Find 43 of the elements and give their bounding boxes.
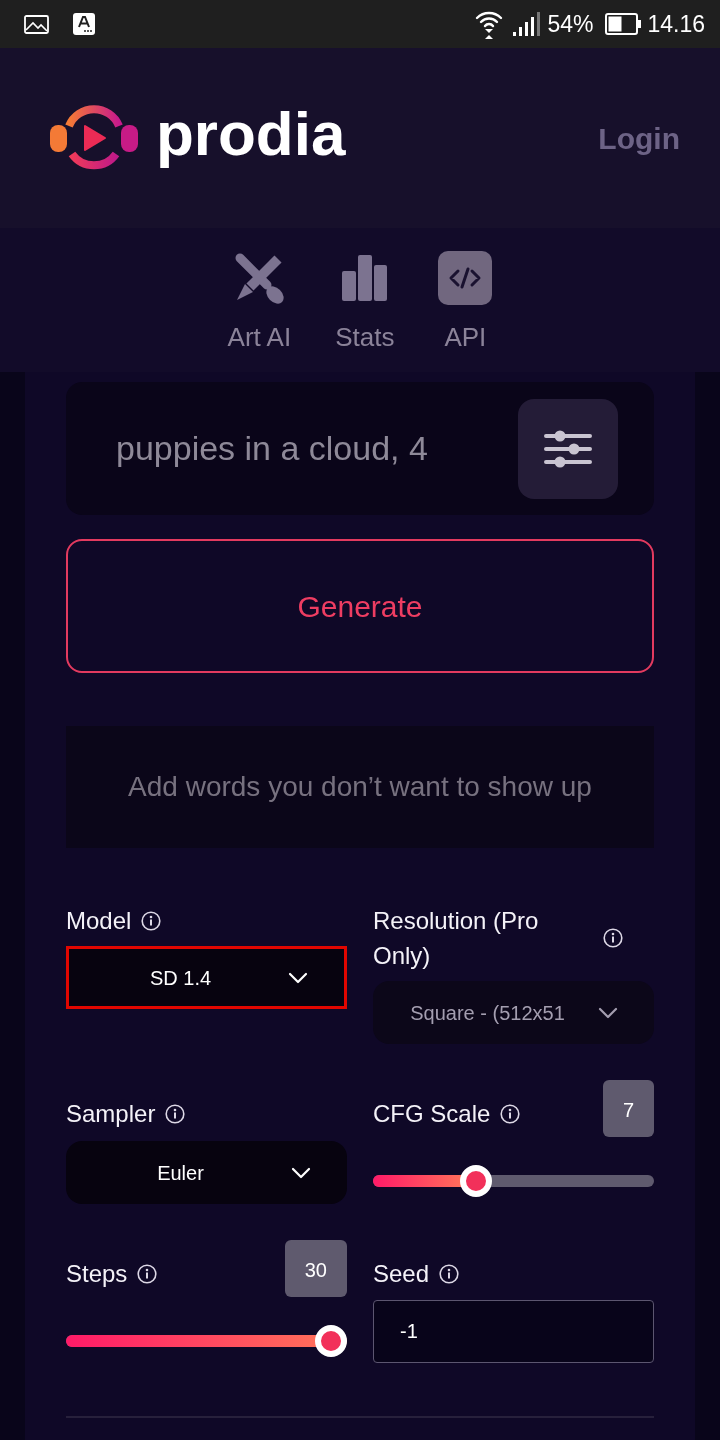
- settings-button[interactable]: [518, 399, 618, 499]
- field-label: Model: [66, 906, 132, 936]
- gallery-icon: [24, 14, 49, 34]
- nav-tab[interactable]: Stats: [335, 250, 395, 372]
- slider-track[interactable]: [66, 1325, 347, 1357]
- negative-prompt-field[interactable]: Add words you don’t want to show up: [66, 726, 654, 848]
- info-icon[interactable]: [137, 1263, 158, 1284]
- chevron-down-icon: [291, 1166, 311, 1179]
- generate-button[interactable]: Generate: [66, 539, 654, 673]
- slider-thumb[interactable]: [460, 1165, 493, 1197]
- chevron-down-icon: [598, 1006, 618, 1019]
- chevron-down-icon: [288, 971, 308, 984]
- field-label: Sampler: [66, 1099, 156, 1129]
- battery-percent: 54%: [547, 9, 594, 39]
- info-icon[interactable]: [439, 1263, 460, 1284]
- info-icon[interactable]: [500, 1103, 521, 1124]
- dropdown[interactable]: SD 1.4: [66, 946, 347, 1009]
- sliders-icon: [544, 429, 592, 469]
- bar-chart-icon: [341, 255, 388, 301]
- slider-value: 7: [602, 1080, 654, 1137]
- wifi-icon: [475, 9, 504, 39]
- slider-thumb[interactable]: [315, 1325, 347, 1357]
- clock-time: 14.16: [647, 9, 705, 39]
- info-icon[interactable]: [141, 910, 162, 931]
- logo-icon: [50, 104, 138, 172]
- seed-field[interactable]: -1: [373, 1300, 654, 1363]
- field-label: CFG Scale: [373, 1099, 491, 1129]
- dropdown[interactable]: Euler: [66, 1141, 347, 1204]
- field-label: Resolution (Pro Only): [373, 906, 540, 971]
- nav-tab[interactable]: API: [438, 250, 493, 372]
- login-link[interactable]: Login: [598, 115, 680, 161]
- code-icon: [438, 251, 493, 305]
- field-label: Steps: [66, 1259, 128, 1289]
- brand-name: prodia: [156, 103, 346, 170]
- text-tile-icon: [73, 13, 95, 35]
- info-icon[interactable]: [165, 1103, 186, 1124]
- slider-value: 30: [284, 1240, 347, 1297]
- info-icon[interactable]: [603, 928, 623, 948]
- slider-track[interactable]: [373, 1165, 654, 1197]
- battery-icon: [605, 13, 642, 35]
- nav-tab[interactable]: Art AI: [227, 250, 292, 372]
- signal-icon: [513, 12, 542, 36]
- field-label: Seed: [373, 1259, 430, 1289]
